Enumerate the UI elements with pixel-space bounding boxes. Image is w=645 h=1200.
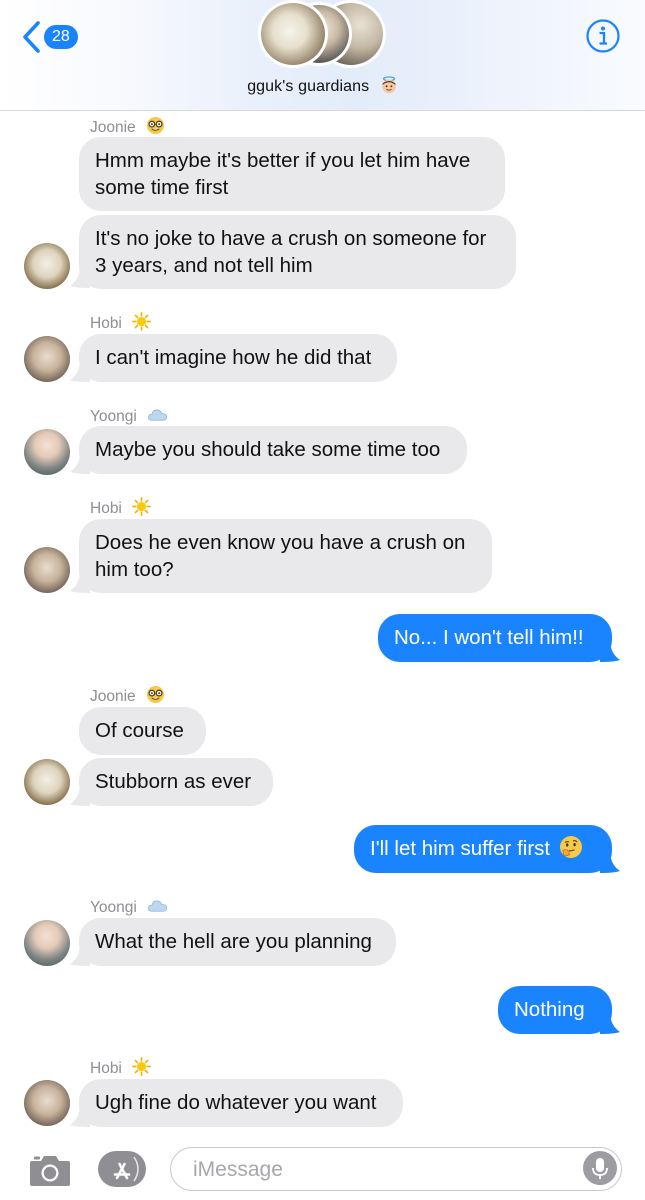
bubble-tail [70, 786, 90, 806]
group-avatar [258, 0, 328, 68]
message-text: some time first [95, 176, 229, 199]
nerd-face-icon [146, 116, 165, 135]
avatar-hobi[interactable] [24, 1080, 70, 1126]
avatar-joonie[interactable] [24, 759, 70, 805]
sender-label: Joonie [90, 116, 165, 137]
message-bubble[interactable]: Of course [79, 707, 206, 755]
unread-count-badge: 28 [44, 25, 78, 49]
message-text: I can't imagine how he did that [95, 346, 372, 369]
bubble-tail [70, 573, 90, 593]
message-text: Stubborn as ever [95, 770, 252, 793]
back-button[interactable]: 28 [20, 20, 78, 54]
message-text: Does he even know you have a crush on [95, 531, 466, 554]
message-bubble[interactable]: Hmm maybe it's better if you let him hav… [79, 137, 505, 211]
bubble-tail [70, 454, 90, 474]
app-store-button[interactable] [98, 1151, 146, 1187]
app-store-icon [113, 1156, 139, 1182]
sender-label: Yoongi [90, 896, 168, 917]
compose-bar [0, 1140, 645, 1200]
message-text: Nothing [514, 998, 585, 1021]
cloud-icon [148, 409, 168, 421]
sun-icon [132, 1057, 152, 1076]
bubble-tail [600, 853, 620, 873]
message-text: Ugh fine do whatever you want [95, 1091, 377, 1114]
message-input-container[interactable] [170, 1147, 622, 1191]
avatar-hobi[interactable] [24, 336, 70, 382]
sender-label: Hobi [90, 312, 152, 333]
sender-label: Hobi [90, 1057, 152, 1078]
bubble-tail [70, 362, 90, 382]
avatar-yoongi[interactable] [24, 920, 70, 966]
message-text: Of course [95, 719, 184, 742]
bubble-tail [70, 268, 90, 288]
info-icon [586, 19, 620, 53]
group-avatar-stack[interactable] [258, 0, 388, 68]
bubble-tail [600, 642, 620, 662]
bubble-tail [600, 1014, 620, 1034]
message-bubble[interactable]: No... I won't tell him!! [378, 614, 612, 662]
message-text: Hmm maybe it's better if you let him hav… [95, 149, 471, 172]
chevron-left-icon [23, 21, 40, 53]
message-bubble[interactable]: Nothing [498, 986, 612, 1034]
message-text: No... I won't tell him!! [394, 626, 584, 649]
message-bubble[interactable]: Maybe you should take some time too [79, 426, 467, 474]
message-bubble[interactable]: Ugh fine do whatever you want [79, 1079, 403, 1127]
message-text: I'll let him suffer first [370, 835, 596, 862]
camera-icon [30, 1156, 70, 1186]
sun-icon [132, 497, 152, 516]
message-text: What the hell are you planning [95, 930, 372, 953]
sender-label: Yoongi [90, 405, 168, 426]
dictation-button[interactable] [583, 1151, 617, 1185]
cloud-icon [148, 900, 168, 912]
message-bubble[interactable]: It's no joke to have a crush on someone … [79, 215, 516, 289]
sun-icon [132, 312, 152, 331]
message-bubble[interactable]: I'll let him suffer first [354, 825, 612, 873]
message-bubble[interactable]: What the hell are you planning [79, 918, 396, 966]
avatar-hobi[interactable] [24, 547, 70, 593]
conversation-header: 28 gguk's guardians [0, 0, 645, 111]
message-text: 3 years, and not tell him [95, 254, 313, 277]
microphone-icon [592, 1158, 608, 1179]
info-button[interactable] [585, 18, 621, 54]
bubble-tail [70, 946, 90, 966]
group-title[interactable]: gguk's guardians [0, 76, 645, 96]
message-input[interactable] [191, 1148, 575, 1191]
nerd-face-icon [146, 685, 165, 704]
sender-label: Hobi [90, 497, 152, 518]
group-name: gguk's guardians [247, 78, 370, 95]
avatar-joonie[interactable] [24, 243, 70, 289]
thinking-face-icon [559, 836, 582, 858]
message-bubble[interactable]: Stubborn as ever [79, 758, 273, 806]
bubble-tail [70, 1107, 90, 1127]
message-text: It's no joke to have a crush on someone … [95, 227, 487, 250]
angel-face-icon [382, 76, 396, 94]
avatar-yoongi[interactable] [24, 429, 70, 475]
message-text: Maybe you should take some time too [95, 438, 441, 461]
message-text: him too? [95, 558, 174, 581]
message-bubble[interactable]: I can't imagine how he did that [79, 334, 397, 382]
camera-button[interactable] [28, 1152, 72, 1193]
message-bubble[interactable]: Does he even know you have a crush on hi… [79, 519, 492, 593]
sender-label: Joonie [90, 685, 165, 706]
